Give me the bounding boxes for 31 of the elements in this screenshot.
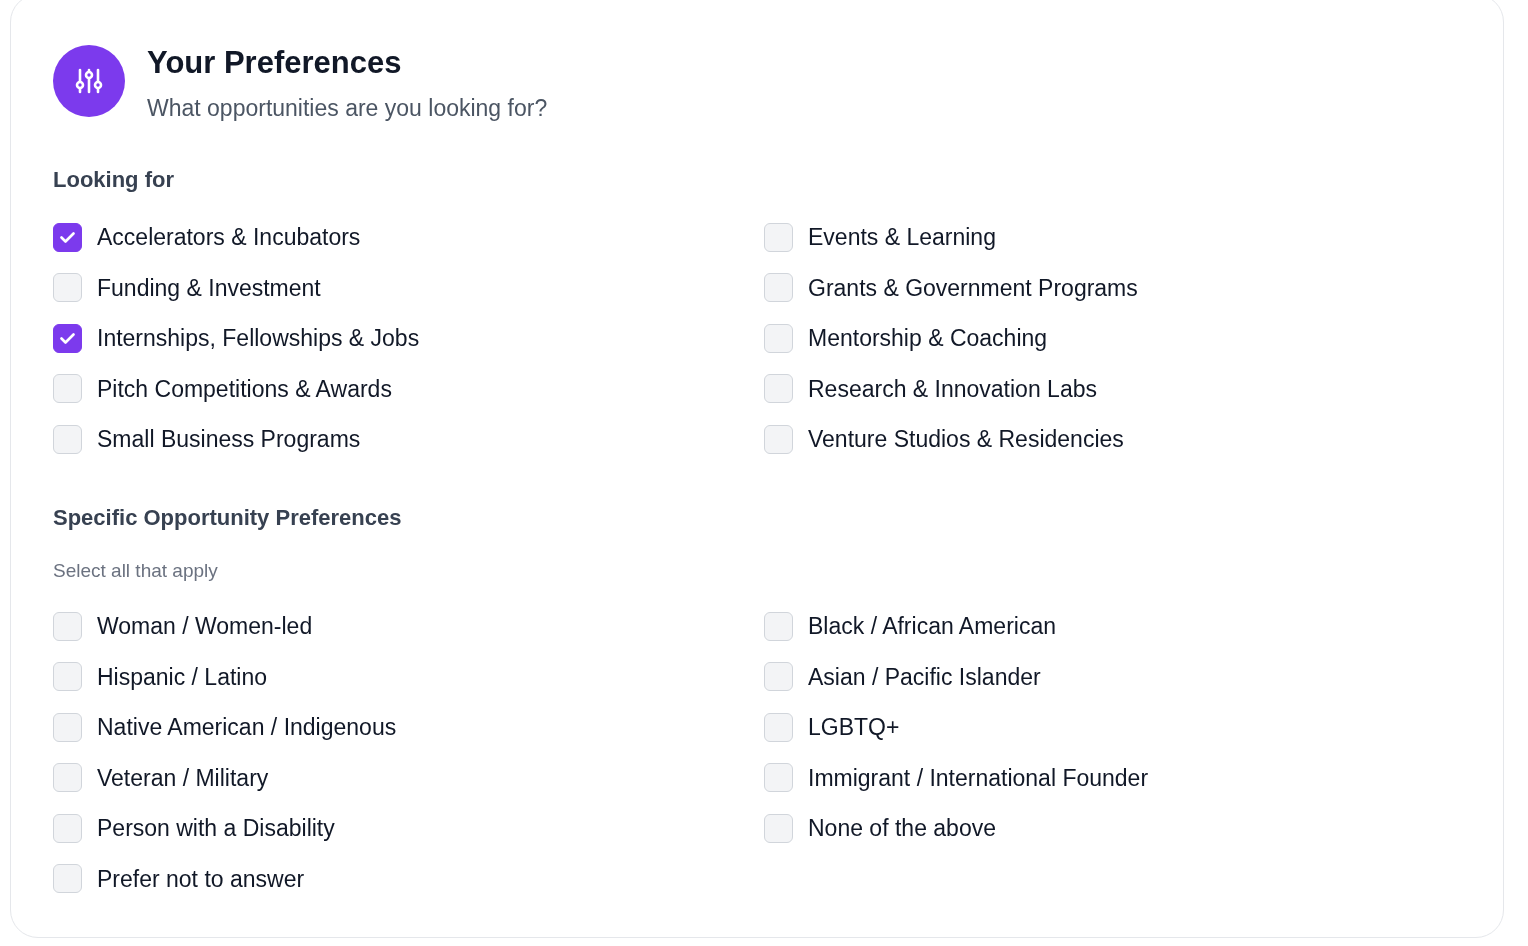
option-label: Native American / Indigenous [97, 713, 397, 742]
page-title: Your Preferences [147, 45, 402, 81]
option-label: Small Business Programs [97, 425, 361, 454]
option-label: Hispanic / Latino [97, 662, 268, 692]
checkmark-icon [60, 332, 75, 344]
option-label: Events & Learning [808, 223, 996, 252]
option-label: Accelerators & Incubators [97, 223, 361, 252]
option-label: Woman / Women-led [97, 612, 313, 641]
option-label: Grants & Government Programs [808, 273, 1138, 303]
option-label: LGBTQ+ [808, 713, 900, 742]
option-label: Mentorship & Coaching [808, 324, 1048, 353]
option-label: Internships, Fellowships & Jobs [97, 324, 420, 353]
option-label: Research & Innovation Labs [808, 374, 1097, 404]
option-label: Venture Studios & Residencies [808, 425, 1124, 454]
section-heading: Specific Opportunity Preferences [53, 504, 402, 532]
option-label: Person with a Disability [97, 814, 335, 843]
option-label: Pitch Competitions & Awards [97, 374, 392, 404]
checkmark-icon [60, 231, 75, 243]
page-subtitle: What opportunities are you looking for? [147, 94, 548, 123]
option-label: Veteran / Military [97, 763, 269, 793]
checkbox[interactable] [53, 222, 82, 252]
option-label: Asian / Pacific Islander [808, 662, 1041, 692]
option-label: Prefer not to answer [97, 864, 305, 894]
checkbox[interactable] [53, 323, 82, 353]
option-label: Black / African American [808, 612, 1056, 641]
sliders-icon [53, 45, 125, 117]
option-label: None of the above [808, 814, 996, 843]
option-label: Funding & Investment [97, 273, 321, 303]
option-label: Immigrant / International Founder [808, 763, 1149, 793]
section-hint: Select all that apply [53, 559, 218, 583]
section-heading: Looking for [53, 166, 174, 194]
